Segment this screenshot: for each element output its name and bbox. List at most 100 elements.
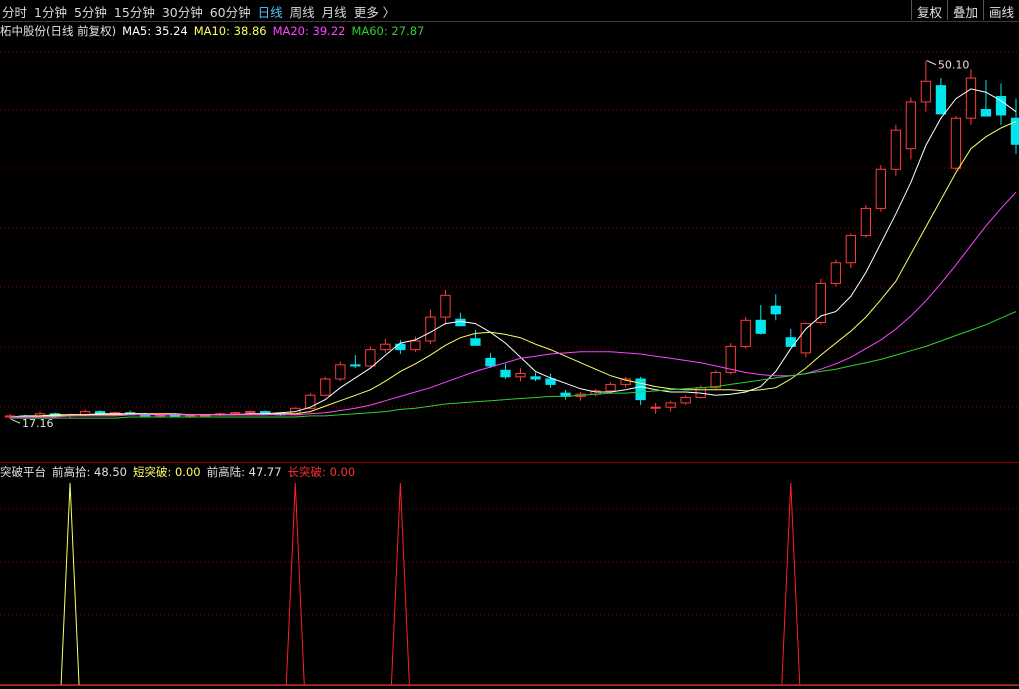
candle-body — [965, 77, 977, 119]
ma5-line — [9, 88, 1017, 418]
spike-0-4 — [60, 482, 80, 686]
candle — [425, 309, 436, 345]
candle — [980, 80, 992, 117]
spike-1-52 — [781, 482, 801, 686]
period-toolbar: 分时 1分钟 5分钟 15分钟 30分钟 60分钟 日线 周线 月线 更多 〉 复权 叠加 画线 — [0, 0, 1019, 22]
ma20-value: MA20: 39.22 — [272, 24, 346, 38]
candle — [815, 279, 826, 325]
candle — [335, 361, 346, 382]
candle-body — [410, 340, 421, 351]
price-pane[interactable]: 50.10 17.16 — [4, 59, 1019, 431]
candle — [920, 60, 932, 112]
candle-body — [530, 376, 541, 380]
candle — [545, 373, 556, 388]
candle-body — [905, 101, 917, 150]
candle — [245, 410, 256, 414]
prev-high-pick-value: 前高拾: 48.50 — [52, 465, 127, 479]
candle-body — [395, 343, 406, 351]
candle — [635, 376, 646, 406]
candle-body — [770, 305, 781, 315]
period-tab-7[interactable]: 周线 — [290, 2, 315, 21]
candle — [1010, 98, 1019, 155]
period-tab-9[interactable]: 更多 〉 — [354, 2, 395, 21]
spike-1-19 — [285, 482, 305, 686]
toolbar-button-2[interactable]: 画线 — [982, 0, 1019, 20]
candle — [410, 336, 421, 352]
candle-body — [755, 319, 766, 334]
toolbar-button-0[interactable]: 复权 — [910, 0, 947, 20]
candle — [365, 346, 376, 368]
candle — [350, 355, 361, 369]
period-tab-3[interactable]: 15分钟 — [114, 2, 155, 21]
candle-body — [545, 378, 556, 385]
candle-body — [935, 85, 947, 115]
candle-body — [740, 319, 751, 347]
candle — [500, 363, 511, 379]
candle — [755, 305, 766, 335]
candle-body — [800, 323, 811, 354]
candle-body — [470, 338, 481, 346]
main-chart-info: 柘中股份(日线 前复权) MA5: 35.24 MA10: 38.86 MA20: 3… — [0, 23, 430, 39]
prev-high-land-value: 前高陆: 47.77 — [206, 465, 282, 479]
candle-body — [830, 262, 841, 284]
spike-1-26 — [390, 482, 410, 686]
candle — [770, 294, 781, 321]
candle — [515, 368, 526, 382]
indicator-info: 突破平台 前高拾: 48.50 短突破: 0.00 前高陆: 47.77 长突破: 0.… — [0, 464, 361, 480]
period-tab-6[interactable]: 日线 — [258, 2, 283, 21]
candle — [935, 78, 947, 115]
period-tab-4[interactable]: 30分钟 — [162, 2, 203, 21]
candle — [950, 116, 962, 171]
candle-body — [455, 318, 466, 327]
long-break-value: 长突破: 0.00 — [287, 465, 356, 479]
candle-body — [365, 349, 376, 367]
period-tab-2[interactable]: 5分钟 — [74, 2, 107, 21]
candle-body — [380, 343, 391, 351]
period-tab-0[interactable]: 分时 — [2, 2, 27, 21]
period-tabs: 分时 1分钟 5分钟 15分钟 30分钟 60分钟 日线 周线 月线 更多 〉 — [2, 0, 402, 22]
candle — [890, 124, 902, 176]
candle — [665, 400, 676, 412]
candle — [590, 388, 601, 397]
candle — [830, 259, 841, 287]
candle-body — [845, 235, 856, 264]
chart-canvas[interactable]: 50.10 17.16 — [0, 0, 1019, 689]
toolbar-button-1[interactable]: 叠加 — [946, 0, 983, 20]
candle-body — [335, 364, 346, 380]
candle — [575, 392, 586, 401]
indicator-pane[interactable] — [0, 482, 1019, 686]
candle-body — [605, 383, 616, 392]
ma60-value: MA60: 27.87 — [351, 24, 425, 38]
annotation-pointer-1 — [10, 418, 21, 424]
candle-body — [650, 406, 661, 409]
candle-body — [440, 294, 451, 318]
candle-body — [680, 396, 691, 404]
candle — [605, 382, 616, 393]
annotation-label-1: 17.16 — [22, 417, 54, 430]
candle — [740, 317, 751, 349]
candle — [680, 395, 691, 406]
candle-body — [485, 357, 496, 367]
period-tab-8[interactable]: 月线 — [322, 2, 347, 21]
period-tab-1[interactable]: 1分钟 — [34, 2, 67, 21]
candle — [560, 389, 571, 400]
indicator-name: 突破平台 — [0, 465, 46, 479]
candle-body — [635, 378, 646, 401]
candle-body — [890, 129, 902, 170]
candle — [845, 233, 856, 269]
candle — [455, 312, 466, 327]
period-tab-5[interactable]: 60分钟 — [210, 2, 251, 21]
grid-layer — [0, 51, 1019, 686]
candle — [320, 376, 331, 397]
candle — [215, 412, 226, 416]
candle — [995, 83, 1007, 125]
candle-body — [350, 364, 361, 367]
candle — [800, 322, 811, 358]
candle — [650, 402, 661, 414]
candle-body — [950, 117, 962, 169]
candle — [440, 289, 451, 325]
candle — [965, 69, 977, 125]
candle-body — [305, 394, 316, 409]
candle-body — [875, 168, 887, 209]
ma60-line — [10, 311, 1017, 419]
